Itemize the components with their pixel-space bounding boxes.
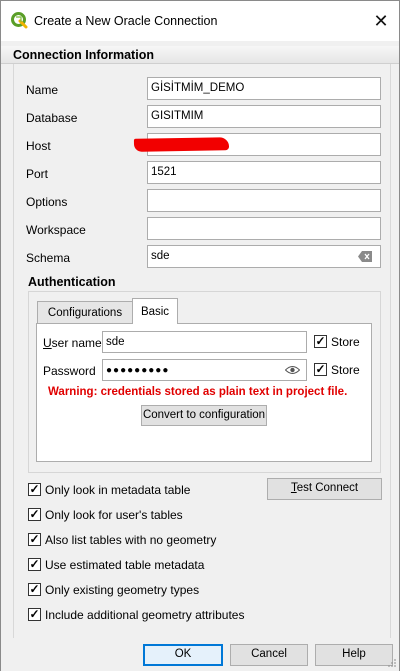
username-mnemonic: U — [43, 336, 52, 350]
host-label: Host — [26, 139, 51, 153]
estimated-metadata-checkbox[interactable]: ✓ — [28, 558, 41, 571]
dialog-window: Create a New Oracle Connection ✕ Connect… — [0, 0, 400, 671]
ok-button[interactable]: OK — [143, 644, 223, 666]
password-store-label: Store — [331, 363, 360, 377]
estimated-metadata-label: Use estimated table metadata — [45, 558, 205, 572]
schema-label: Schema — [26, 251, 71, 265]
test-connect-button[interactable]: Test Connect — [267, 478, 382, 500]
username-label-rest: ser name — [51, 336, 102, 350]
name-label: Name — [26, 83, 59, 97]
additional-geometry-attributes-checkbox[interactable]: ✓ — [28, 608, 41, 621]
username-store-checkbox[interactable]: ✓ — [314, 335, 327, 348]
resize-grip-icon[interactable] — [387, 658, 397, 668]
password-field[interactable]: ●●●●●●●●● — [102, 359, 307, 381]
port-label: Port — [26, 167, 49, 181]
connection-section-title: Connection Information — [1, 46, 399, 64]
plaintext-warning: Warning: credentials stored as plain tex… — [48, 386, 348, 398]
window-title: Create a New Oracle Connection — [34, 14, 218, 28]
username-field[interactable]: sde — [102, 331, 307, 353]
cancel-button[interactable]: Cancel — [230, 644, 308, 666]
additional-geometry-attributes-label: Include additional geometry attributes — [45, 608, 245, 622]
host-redaction-mark — [133, 137, 230, 152]
name-field[interactable]: GİSİTMİM_DEMO — [147, 77, 381, 100]
password-value: ●●●●●●●●● — [106, 365, 170, 376]
only-user-tables-checkbox[interactable]: ✓ — [28, 508, 41, 521]
workspace-field[interactable] — [147, 217, 381, 240]
list-no-geometry-label: Also list tables with no geometry — [45, 533, 217, 547]
username-store-label: Store — [331, 335, 360, 349]
convert-to-configuration-button[interactable]: Convert to configuration — [141, 405, 267, 426]
close-icon: ✕ — [373, 10, 389, 31]
port-field[interactable]: 1521 — [147, 161, 381, 184]
schema-field[interactable]: sde — [147, 245, 381, 268]
close-button[interactable]: ✕ — [363, 1, 399, 41]
existing-geometry-types-label: Only existing geometry types — [45, 583, 200, 597]
database-label: Database — [26, 111, 78, 125]
username-label: User name — [43, 336, 102, 350]
password-store-checkbox[interactable]: ✓ — [314, 363, 327, 376]
schema-value: sde — [151, 250, 170, 262]
list-no-geometry-checkbox[interactable]: ✓ — [28, 533, 41, 546]
title-bar: Create a New Oracle Connection ✕ — [1, 1, 399, 41]
existing-geometry-types-checkbox[interactable]: ✓ — [28, 583, 41, 596]
only-metadata-table-checkbox[interactable]: ✓ — [28, 483, 41, 496]
database-field[interactable]: GISITMIM — [147, 105, 381, 128]
options-field[interactable] — [147, 189, 381, 212]
test-connect-label: est Connect — [296, 482, 359, 494]
only-metadata-table-label: Only look in metadata table — [45, 483, 191, 497]
password-label: Password — [43, 364, 96, 378]
options-label: Options — [26, 195, 68, 209]
tab-basic[interactable]: Basic — [132, 298, 178, 324]
show-password-icon[interactable] — [285, 365, 300, 375]
tab-configurations[interactable]: Configurations — [37, 301, 133, 324]
only-user-tables-label: Only look for user's tables — [45, 508, 183, 522]
clear-text-icon[interactable] — [358, 251, 372, 262]
qgis-icon — [11, 12, 28, 29]
workspace-label: Workspace — [26, 223, 86, 237]
help-button[interactable]: Help — [315, 644, 393, 666]
authentication-title: Authentication — [28, 275, 116, 289]
